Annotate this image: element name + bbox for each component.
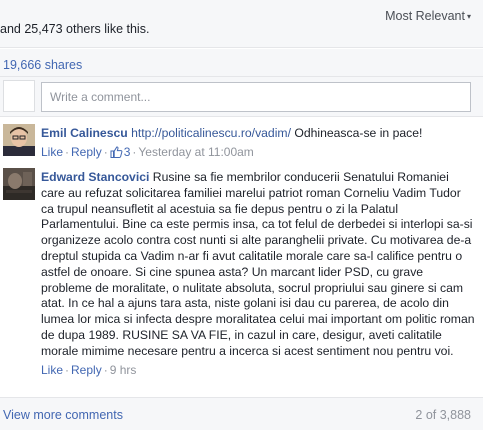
shares-link[interactable]: 19,666 shares [3, 58, 82, 72]
separator: · [103, 144, 108, 159]
avatar[interactable] [3, 168, 35, 200]
separator: · [65, 144, 70, 159]
comment-time[interactable]: 9 hrs [110, 363, 137, 377]
comment-item: Emil Calinescu http://politicalinescu.ro… [0, 124, 483, 166]
others-like-link[interactable]: 25,473 others [24, 22, 100, 36]
view-more-comments-link[interactable]: View more comments [3, 408, 123, 422]
separator: · [65, 362, 70, 377]
comment-link[interactable]: http://politicalinescu.ro/vadim/ [131, 126, 291, 140]
separator: · [103, 362, 108, 377]
reply-button[interactable]: Reply [71, 145, 102, 159]
reactions-suffix: like this. [100, 22, 150, 36]
current-user-avatar [3, 80, 35, 112]
avatar[interactable] [3, 124, 35, 156]
avatar-photo [3, 124, 35, 156]
comment-body: Emil Calinescu http://politicalinescu.ro… [41, 126, 475, 161]
comment-item: Edward Stancovici Rusine sa fie membrilo… [0, 168, 483, 394]
sort-dropdown[interactable]: Most Relevant ▾ [385, 9, 471, 23]
thumbs-up-icon [110, 146, 123, 158]
comment-message: Rusine sa fie membrilor conducerii Senat… [41, 170, 475, 358]
avatar-photo [3, 168, 35, 200]
reply-button[interactable]: Reply [71, 363, 102, 377]
reactions-summary: and 25,473 others like this. [0, 22, 149, 36]
chevron-down-icon: ▾ [466, 12, 471, 21]
redacted-names [0, 0, 184, 20]
sort-label: Most Relevant [385, 9, 465, 23]
comment-author[interactable]: Emil Calinescu [41, 126, 128, 140]
comment-input[interactable] [41, 82, 471, 112]
like-button[interactable]: Like [41, 145, 63, 159]
comment-text: Emil Calinescu http://politicalinescu.ro… [41, 126, 475, 142]
comment-likes[interactable]: 3 [110, 144, 131, 159]
likes-count: 3 [123, 144, 131, 159]
comment-author[interactable]: Edward Stancovici [41, 170, 149, 184]
comment-message: Odhineasca-se in pace! [290, 126, 423, 140]
comment-time[interactable]: Yesterday at 11:00am [138, 145, 253, 159]
comment-actions: Like · Reply · 3 · Yesterday at 11:00am [41, 145, 475, 161]
comments-count: 2 of 3,888 [415, 408, 471, 422]
separator: · [132, 144, 137, 159]
comment-body: Edward Stancovici Rusine sa fie membrilo… [41, 170, 475, 378]
comment-text: Edward Stancovici Rusine sa fie membrilo… [41, 170, 475, 360]
reactions-prefix: and [0, 22, 25, 36]
like-button[interactable]: Like [41, 363, 63, 377]
comment-actions: Like · Reply · 9 hrs [41, 363, 475, 379]
